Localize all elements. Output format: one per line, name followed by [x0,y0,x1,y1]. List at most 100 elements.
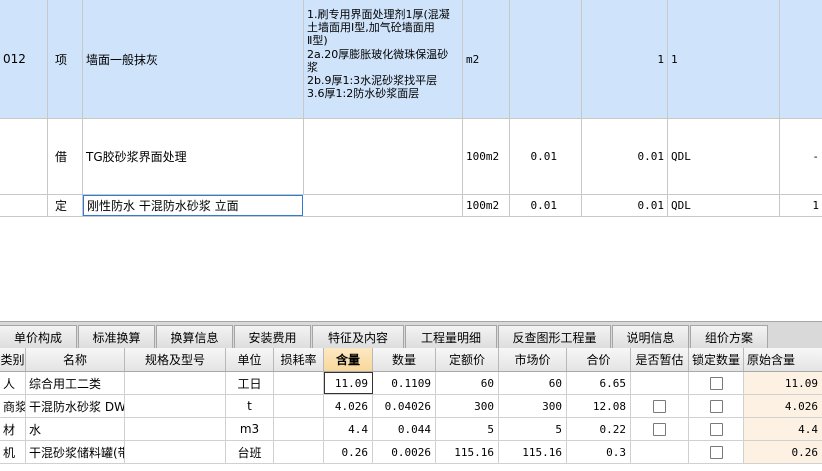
name-cell[interactable]: 干混防水砂浆 DWM20 [26,395,125,417]
market-price-cell[interactable]: 300 [499,395,567,417]
lock-quantity-cell[interactable] [689,418,744,440]
quantity-cell[interactable]: 0.01 [582,195,668,216]
quantity-cell[interactable]: 0.044 [373,418,436,440]
quantity-expr-cell[interactable]: 0.01 [510,195,582,216]
estimate-cell[interactable] [631,395,689,417]
tab-reverse-check[interactable]: 反查图形工程量 [498,325,611,349]
description-cell[interactable] [304,195,463,216]
loss-rate-cell[interactable] [274,418,324,440]
original-content-cell[interactable]: 4.026 [744,395,822,417]
type-cell[interactable]: 定 [48,195,83,216]
lock-quantity-cell[interactable] [689,395,744,417]
name-cell[interactable]: 墙面一般抹灰 [83,0,304,118]
spec-cell[interactable] [125,418,226,440]
expression-cell[interactable]: QDL [668,119,780,194]
col-quota-price[interactable]: 定额价 [436,348,499,371]
tab-description[interactable]: 说明信息 [612,325,689,349]
item-row[interactable]: 012 项 墙面一般抹灰 1.刷专用界面处理剂1厚(混凝 土墙面用Ⅰ型,加气砼墙… [0,0,822,119]
tab-conversion-info[interactable]: 换算信息 [156,325,233,349]
unit-cell[interactable]: 工日 [226,372,274,394]
original-content-cell[interactable]: 4.4 [744,418,822,440]
category-cell[interactable]: 商浆 [0,395,26,417]
quota-price-cell[interactable]: 115.16 [436,441,499,463]
name-edit-input[interactable]: 刚性防水 干混防水砂浆 立面 [83,195,303,216]
code-cell[interactable] [0,195,48,216]
estimate-cell[interactable] [631,441,689,463]
content-cell[interactable]: 4.4 [324,418,373,440]
col-loss-rate[interactable]: 损耗率 [274,348,324,371]
quantity-cell[interactable]: 1 [582,0,668,118]
lock-quantity-cell[interactable] [689,441,744,463]
resource-row[interactable]: 机干混砂浆储料罐(带… 台班 0.26 0.0026 115.16 115.16 0.3 0.… [0,441,822,464]
quantity-expr-cell[interactable] [510,0,582,118]
col-quantity[interactable]: 数量 [373,348,436,371]
unit-cell[interactable]: m3 [226,418,274,440]
unit-cell[interactable]: 100m2 [463,195,510,216]
col-original-content[interactable]: 原始含量 [744,348,822,371]
col-estimate[interactable]: 是否暂估 [631,348,689,371]
lock-quantity-cell[interactable] [689,372,744,394]
spec-cell[interactable] [125,441,226,463]
quota-price-cell[interactable]: 300 [436,395,499,417]
col-category[interactable]: 类别 [0,348,26,371]
content-cell[interactable]: 11.09 [324,372,373,394]
quota-price-cell[interactable]: 5 [436,418,499,440]
tab-pricing-plan[interactable]: 组价方案 [690,325,768,349]
col-content[interactable]: 含量 [324,348,373,371]
col-spec[interactable]: 规格及型号 [125,348,226,371]
resource-row[interactable]: 材水 m3 4.4 0.044 5 5 0.22 4.4 [0,418,822,441]
checkbox[interactable] [709,445,723,459]
market-price-cell[interactable]: 60 [499,372,567,394]
description-cell[interactable] [304,119,463,194]
description-cell[interactable]: 1.刷专用界面处理剂1厚(混凝 土墙面用Ⅰ型,加气砼墙面用 Ⅱ型) 2a.20厚… [304,0,463,118]
spec-cell[interactable] [125,372,226,394]
unit-cell[interactable]: m2 [463,0,510,118]
total-cell[interactable]: 12.08 [567,395,631,417]
unit-cell[interactable]: 台班 [226,441,274,463]
spec-cell[interactable] [125,395,226,417]
estimate-cell[interactable] [631,418,689,440]
checkbox[interactable] [653,422,666,436]
category-cell[interactable]: 材 [0,418,26,440]
estimate-cell[interactable] [631,372,689,394]
quantity-cell[interactable]: 0.01 [582,119,668,194]
loss-rate-cell[interactable] [274,395,324,417]
extra-cell[interactable]: 1 [780,195,822,216]
market-price-cell[interactable]: 115.16 [499,441,567,463]
resource-row[interactable]: 商浆干混防水砂浆 DWM20 t 4.026 0.04026 300 300 12.08 4.… [0,395,822,418]
total-cell[interactable]: 0.22 [567,418,631,440]
content-cell[interactable]: 4.026 [324,395,373,417]
unit-cell[interactable]: t [226,395,274,417]
original-content-cell[interactable]: 11.09 [744,372,822,394]
col-total[interactable]: 合价 [567,348,631,371]
quota-price-cell[interactable]: 60 [436,372,499,394]
col-unit[interactable]: 单位 [226,348,274,371]
total-cell[interactable]: 6.65 [567,372,631,394]
item-row[interactable]: 定 刚性防水 干混防水砂浆 立面 100m2 0.01 0.01 QDL 1 [0,195,822,217]
checkbox[interactable] [709,376,723,390]
expression-cell[interactable]: 1 [668,0,780,118]
quantity-cell[interactable]: 0.0026 [373,441,436,463]
col-lock-quantity[interactable]: 锁定数量 [689,348,744,371]
tab-features-content[interactable]: 特征及内容 [312,325,404,349]
loss-rate-cell[interactable] [274,372,324,394]
loss-rate-cell[interactable] [274,441,324,463]
item-row[interactable]: 借 TG胶砂浆界面处理 100m2 0.01 0.01 QDL - [0,119,822,195]
tab-quantity-details[interactable]: 工程量明细 [405,325,497,349]
code-cell[interactable] [0,119,48,194]
tab-install-fee[interactable]: 安装费用 [234,325,311,349]
quantity-cell[interactable]: 0.04026 [373,395,436,417]
code-cell[interactable]: 012 [0,0,48,118]
name-cell[interactable]: 干混砂浆储料罐(带… [26,441,125,463]
total-cell[interactable]: 0.3 [567,441,631,463]
content-cell[interactable]: 0.26 [324,441,373,463]
resource-row[interactable]: 人综合用工二类 工日 11.09 0.1109 60 60 6.65 11.09 [0,372,822,395]
name-cell[interactable]: 综合用工二类 [26,372,125,394]
unit-cell[interactable]: 100m2 [463,119,510,194]
name-cell[interactable]: 水 [26,418,125,440]
name-cell[interactable]: TG胶砂浆界面处理 [83,119,304,194]
checkbox[interactable] [709,422,723,436]
checkbox[interactable] [709,399,723,413]
market-price-cell[interactable]: 5 [499,418,567,440]
expression-cell[interactable]: QDL [668,195,780,216]
